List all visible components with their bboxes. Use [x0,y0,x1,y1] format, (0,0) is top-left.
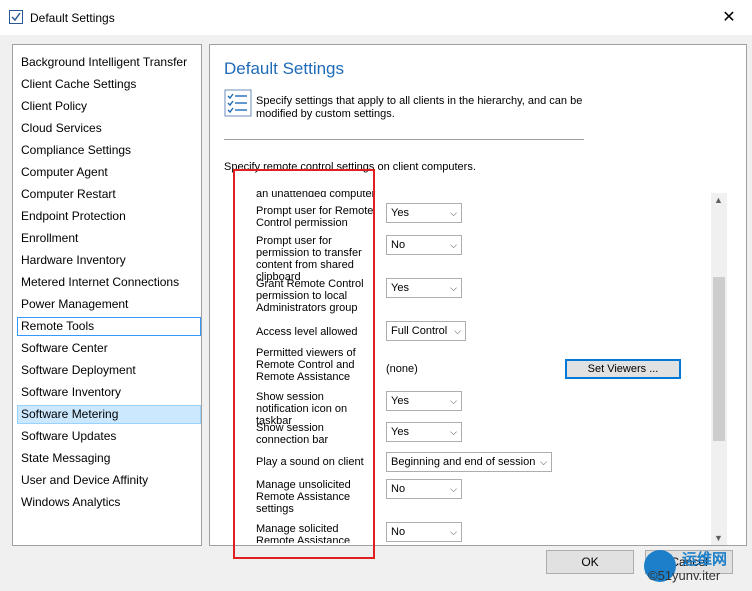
sidebar-item-software-inventory[interactable]: Software Inventory [19,383,199,402]
setting-dropdown[interactable]: Yes ⌵ [386,278,462,298]
setting-label: Play a sound on client [256,456,364,468]
setting-dropdown[interactable]: Full Control ⌵ [386,321,466,341]
sidebar-item-endpoint-protection[interactable]: Endpoint Protection [19,207,199,226]
section-description: Specify remote control settings on clien… [224,161,476,173]
settings-checklist-icon [9,10,23,24]
sidebar-item-user-and-device-affinity[interactable]: User and Device Affinity [19,471,199,490]
dropdown-value: Yes [391,395,409,407]
close-button[interactable]: ✕ [706,0,752,35]
sidebar-item-software-deployment[interactable]: Software Deployment [19,361,199,380]
header-divider [224,139,584,140]
setting-value-text: (none) [386,363,418,375]
setting-label: Grant Remote Control permission to local… [256,278,364,314]
scroll-down-icon[interactable]: ▼ [714,533,723,543]
dropdown-value: No [391,239,406,251]
chevron-down-icon: ⌵ [450,396,457,406]
sidebar-item-computer-agent[interactable]: Computer Agent [19,163,199,182]
page-title: Default Settings [224,59,345,78]
setting-dropdown[interactable]: Yes ⌵ [386,391,462,411]
sidebar-item-remote-tools[interactable]: Remote Tools [17,317,201,336]
chevron-down-icon: ⌵ [450,283,457,293]
chevron-down-icon: ⌵ [450,527,457,537]
setting-dropdown[interactable]: Yes ⌵ [386,203,462,223]
sidebar-item-computer-restart[interactable]: Computer Restart [19,185,199,204]
sidebar-item-background-intelligent-transfer[interactable]: Background Intelligent Transfer [19,53,199,72]
settings-category-list: Background Intelligent Transfer Client Ca… [12,44,202,546]
setting-dropdown[interactable]: No ⌵ [386,235,462,255]
dropdown-value: No [391,483,406,495]
sidebar-item-windows-analytics[interactable]: Windows Analytics [19,493,199,512]
setting-label: Access level allowed [256,326,358,338]
setting-dropdown[interactable]: Beginning and end of session ⌵ [386,452,552,472]
scroll-thumb[interactable] [713,277,725,441]
chevron-down-icon: ⌵ [450,427,457,437]
vertical-scrollbar[interactable]: ▲ ▼ [711,193,727,545]
sidebar-item-cloud-services[interactable]: Cloud Services [19,119,199,138]
settings-grid: an unattended computer Prompt user for R… [224,191,710,543]
sidebar-item-power-management[interactable]: Power Management [19,295,199,314]
setting-label-partial: an unattended computer [256,191,376,200]
setting-label: Manage solicited Remote Assistance setti… [256,523,351,543]
setting-dropdown[interactable]: No ⌵ [386,522,462,542]
setting-label: Manage unsolicited Remote Assistance set… [256,479,351,515]
ok-button[interactable]: OK [546,550,634,574]
chevron-down-icon: ⌵ [450,208,457,218]
sidebar-item-metered-internet-connections[interactable]: Metered Internet Connections [19,273,199,292]
checklist-icon [224,89,252,117]
chevron-down-icon: ⌵ [450,240,457,250]
setting-label: Permitted viewers of Remote Control and … [256,347,356,383]
sidebar-item-client-policy[interactable]: Client Policy [19,97,199,116]
setting-label: Prompt user for Remote Control permissio… [256,205,374,229]
window-title: Default Settings [30,11,115,25]
dropdown-value: No [391,526,406,538]
chevron-down-icon: ⌵ [450,484,457,494]
set-viewers-button[interactable]: Set Viewers ... [565,359,681,379]
setting-dropdown[interactable]: Yes ⌵ [386,422,462,442]
watermark-text-site: ©51yunv.iter [648,568,721,583]
dropdown-value: Yes [391,426,409,438]
settings-content-panel: Default Settings Specify settings that a… [209,44,747,546]
watermark-logo: 运维网 ©51yunv.iter [640,546,748,588]
sidebar-item-software-metering[interactable]: Software Metering [17,405,201,424]
sidebar-item-hardware-inventory[interactable]: Hardware Inventory [19,251,199,270]
chevron-down-icon: ⌵ [454,326,461,336]
page-description: Specify settings that apply to all clien… [256,95,583,120]
watermark-text-cn: 运维网 [682,551,728,568]
chevron-down-icon: ⌵ [540,457,547,467]
setting-dropdown[interactable]: No ⌵ [386,479,462,499]
setting-label: Prompt user for permission to transfer c… [256,235,362,283]
setting-label: Show session connection bar [256,422,329,446]
title-bar: Default Settings ✕ [0,0,752,35]
sidebar-item-compliance-settings[interactable]: Compliance Settings [19,141,199,160]
dropdown-value: Yes [391,282,409,294]
dropdown-value: Yes [391,207,409,219]
dropdown-value: Beginning and end of session [391,456,536,468]
scroll-up-icon[interactable]: ▲ [714,195,723,205]
sidebar-item-software-center[interactable]: Software Center [19,339,199,358]
sidebar-item-client-cache-settings[interactable]: Client Cache Settings [19,75,199,94]
sidebar-item-state-messaging[interactable]: State Messaging [19,449,199,468]
dropdown-value: Full Control [391,325,448,337]
sidebar-item-software-updates[interactable]: Software Updates [19,427,199,446]
sidebar-item-enrollment[interactable]: Enrollment [19,229,199,248]
